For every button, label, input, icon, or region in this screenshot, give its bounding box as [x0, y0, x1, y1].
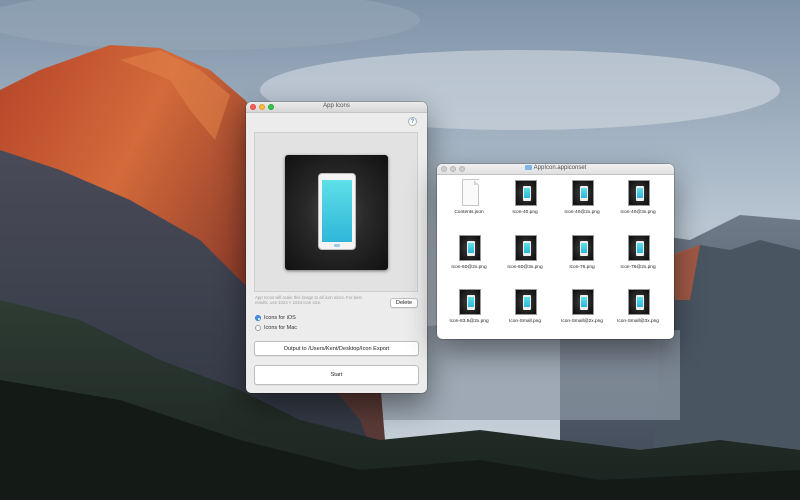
file-item[interactable]: Icon-60@2x.png	[441, 233, 497, 277]
app-icons-window: App Icons ? App Icons will scale this im…	[246, 102, 427, 393]
file-name-label: Icon-83.5@2x.png	[449, 319, 489, 324]
radio-mac-indicator[interactable]	[255, 325, 261, 331]
finder-titlebar[interactable]: AppIcon.appiconset	[437, 164, 674, 175]
file-item[interactable]: Contents.json	[441, 178, 497, 222]
json-file-icon	[462, 179, 479, 206]
png-thumbnail-icon	[628, 180, 650, 206]
help-button[interactable]: ?	[408, 117, 417, 126]
folder-icon	[524, 164, 532, 170]
finder-window: AppIcon.appiconset Contents.json Icon-40.…	[437, 164, 674, 339]
file-item[interactable]: Icon-40.png	[497, 178, 553, 222]
png-thumbnail-icon	[628, 235, 650, 261]
file-item[interactable]: Icon-83.5@2x.png	[441, 287, 497, 331]
png-thumbnail-icon	[572, 235, 594, 261]
radio-icons-ios[interactable]: Icons for iOS	[255, 315, 296, 321]
file-item[interactable]: Icon-76@2x.png	[610, 233, 666, 277]
radio-ios-label: Icons for iOS	[264, 315, 296, 321]
file-item[interactable]: Icon-76.png	[554, 233, 610, 277]
file-name-label: Contents.json	[454, 210, 484, 215]
png-thumbnail-icon	[515, 180, 537, 206]
file-name-label: Icon-40@2x.png	[564, 210, 600, 215]
file-name-label: Icon-76@2x.png	[620, 265, 656, 270]
radio-ios-indicator[interactable]	[255, 315, 261, 321]
radio-mac-label: Icons for Mac	[264, 325, 298, 331]
file-name-label: Icon-60@2x.png	[451, 265, 487, 270]
png-thumbnail-icon	[572, 289, 594, 315]
start-button[interactable]: Start	[254, 365, 419, 385]
delete-button[interactable]: Delete	[390, 298, 418, 308]
file-item[interactable]: Icon-40@2x.png	[554, 178, 610, 222]
finder-title-text: AppIcon.appiconset	[533, 165, 587, 172]
file-name-label: Icon-40@3x.png	[620, 210, 656, 215]
file-item[interactable]: Icon-Small@3x.png	[610, 287, 666, 331]
file-name-label: Icon-Small.png	[509, 319, 541, 324]
png-thumbnail-icon	[515, 289, 537, 315]
hint-text: App Icons will scale this image to all i…	[255, 295, 362, 306]
file-item[interactable]: Icon-40@3x.png	[610, 178, 666, 222]
file-item[interactable]: Icon-60@3x.png	[497, 233, 553, 277]
file-name-label: Icon-Small@3x.png	[617, 319, 659, 324]
app-window-titlebar[interactable]: App Icons	[246, 102, 427, 113]
png-thumbnail-icon	[572, 180, 594, 206]
file-item[interactable]: Icon-Small@2x.png	[554, 287, 610, 331]
file-item[interactable]: Icon-Small.png	[497, 287, 553, 331]
png-thumbnail-icon	[459, 235, 481, 261]
png-thumbnail-icon	[459, 289, 481, 315]
icon-preview-image	[285, 155, 388, 270]
phone-icon	[318, 173, 356, 250]
image-drop-well[interactable]	[254, 132, 418, 292]
file-name-label: Icon-76.png	[569, 265, 595, 270]
output-path-button[interactable]: Output to /Users/Kent/Desktop/Icon Expor…	[254, 341, 419, 356]
file-name-label: Icon-40.png	[512, 210, 538, 215]
radio-icons-mac[interactable]: Icons for Mac	[255, 325, 297, 331]
file-name-label: Icon-Small@2x.png	[561, 319, 603, 324]
png-thumbnail-icon	[628, 289, 650, 315]
png-thumbnail-icon	[515, 235, 537, 261]
app-window-title: App Icons	[323, 103, 350, 109]
file-name-label: Icon-60@3x.png	[507, 265, 543, 270]
finder-title: AppIcon.appiconset	[437, 164, 674, 172]
